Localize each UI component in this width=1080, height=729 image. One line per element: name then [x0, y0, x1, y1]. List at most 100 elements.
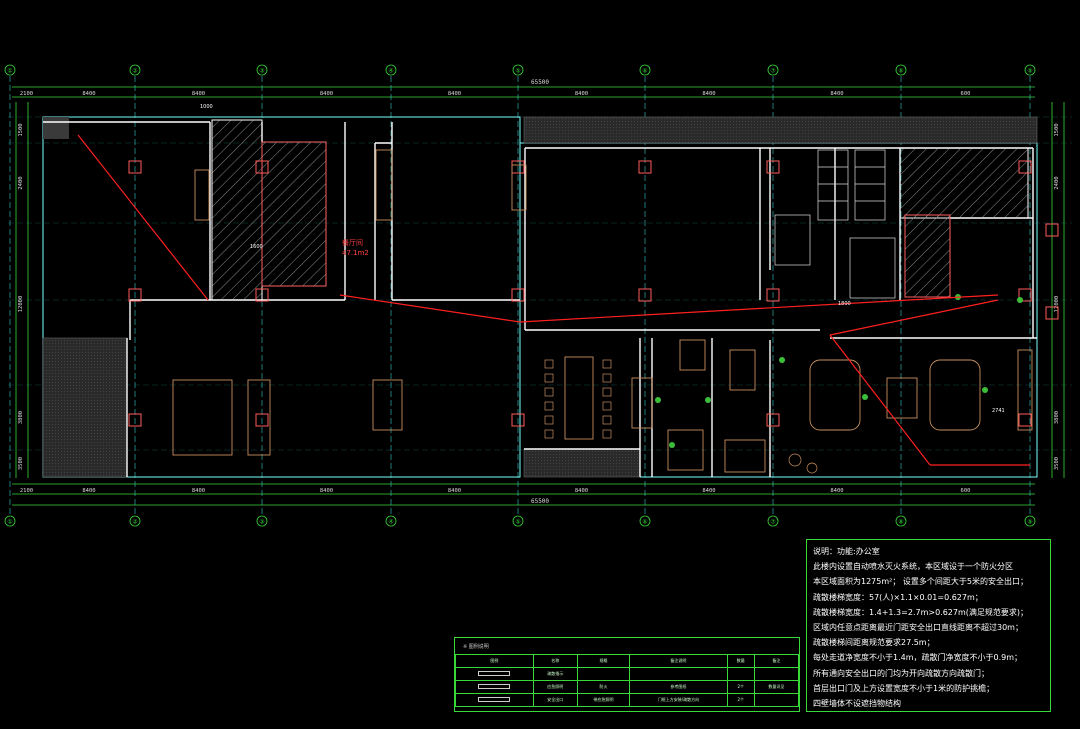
legend-header: 备注说明	[629, 654, 728, 668]
legend-header: 规格	[576, 654, 631, 668]
legend-cell	[629, 667, 728, 681]
axis-label: ⑨	[1027, 519, 1032, 526]
axis-label: ⑨	[1027, 68, 1032, 75]
legend-table: ※ 图例说明 图例 名称 规格 备注说明 数量 备注 疏散指示 应急照明 防火 …	[454, 637, 800, 712]
dimension-text: 8400	[448, 488, 461, 494]
notes-line: 此楼内设置自动喷水灭火系统，本区域设于一个防火分区	[813, 562, 1013, 572]
dimension-text: 8400	[830, 91, 843, 97]
legend-row: 安全出口 带应急照明 门框上方安装/疏散方向 2个	[455, 693, 800, 707]
axis-label: ⑧	[898, 519, 903, 526]
legend-header: 数量	[726, 654, 755, 668]
dimension-text: 1500	[1054, 123, 1060, 136]
dimension-text: 8400	[702, 488, 715, 494]
design-notes-box: 说明：功能:办公室 此楼内设置自动喷水灭火系统，本区域设于一个防火分区 本区域面…	[806, 539, 1051, 712]
legend-grid: 图例 名称 规格 备注说明 数量 备注 疏散指示 应急照明 防火 参考图纸 2个…	[455, 654, 800, 707]
notes-line: 所有通向安全出口的门均为开向疏散方向疏散门；	[813, 668, 989, 678]
legend-caption: ※ 图例说明	[463, 644, 489, 650]
notes-line: 疏散楼梯宽度：1.4+1.3=2.7m>0.627m(满足规范要求)；	[813, 607, 1029, 617]
stair-core-west	[211, 119, 263, 301]
dimension-text: 12000	[1054, 296, 1060, 313]
notes-title: 说明：功能:办公室	[813, 547, 880, 556]
roof-band	[523, 116, 1038, 144]
axis-label: ②	[132, 519, 138, 526]
legend-header: 备注	[753, 654, 800, 668]
legend-header-row: 图例 名称 规格 备注说明 数量 备注	[455, 654, 800, 668]
dimension-text: 2100	[20, 91, 33, 97]
notes-line: 每处走道净宽度不小于1.4m，疏散门净宽度不小于0.9m；	[813, 653, 1023, 663]
stair-core-east	[899, 147, 1029, 219]
elevator-block	[261, 141, 327, 287]
dimension-total: 65500	[531, 79, 549, 86]
dimension-total: 65500	[531, 498, 549, 505]
dimension-text: 3800	[1054, 411, 1060, 424]
dimension-text: 2400	[18, 176, 24, 189]
dimension-text: 3500	[1054, 457, 1060, 470]
legend-cell: 2个	[726, 693, 755, 707]
dimension-text: 8400	[82, 488, 95, 494]
notes-line: 疏散楼梯间距离规范要求27.5m；	[813, 638, 935, 648]
legend-cell: 门框上方安装/疏散方向	[629, 693, 728, 707]
dimension-text: 600	[961, 488, 971, 494]
dimension-text: 3800	[18, 411, 24, 424]
legend-cell: 应急照明	[532, 680, 578, 694]
dimension-text: 8400	[320, 488, 333, 494]
dimension-text: 8400	[575, 91, 588, 97]
dimension-text: 2100	[20, 488, 33, 494]
plants	[655, 294, 1023, 448]
dimension-text: 8400	[702, 91, 715, 97]
dimension-text: 12000	[18, 296, 24, 313]
axis-label: ⑤	[515, 519, 520, 526]
dimension-text: 8400	[192, 488, 205, 494]
legend-header: 名称	[532, 654, 578, 668]
notes-line: 疏散楼梯宽度：57(人)×1.1×0.01=0.627m；	[813, 592, 983, 602]
axis-label: ⑦	[770, 519, 776, 526]
dimension-text: 8400	[320, 91, 333, 97]
legend-cell: 数量详见	[753, 680, 800, 694]
elevator-block-east	[904, 214, 951, 298]
top-small-dim: 1000	[200, 104, 213, 110]
notes-line: 四壁墙体不设遮挡物结构	[813, 699, 901, 709]
legend-cell	[753, 667, 800, 681]
dimension-text: 8400	[575, 488, 588, 494]
legend-cell: 带应急照明	[576, 693, 631, 707]
legend-cell	[753, 693, 800, 707]
legend-cell: 2个	[726, 680, 755, 694]
axis-label: ⑥	[642, 519, 647, 526]
nw-corner	[43, 117, 69, 139]
legend-cell: 疏散指示	[532, 667, 578, 681]
interior-walls	[43, 121, 1037, 477]
axis-label: ③	[259, 68, 264, 75]
legend-symbol	[455, 667, 534, 681]
notes-line: 本区域面积为1275m²； 设置多个间距大于5米的安全出口；	[813, 577, 1028, 587]
axis-label: ⑦	[770, 68, 776, 75]
dimension-text: 1500	[18, 123, 24, 136]
door-label-1: 1800	[838, 301, 851, 307]
axis-label: ⑧	[898, 68, 903, 75]
dimension-text: 8400	[192, 91, 205, 97]
room-area-label: 餐厅间	[342, 238, 363, 247]
structural-column	[1018, 413, 1032, 427]
sw-block	[42, 337, 128, 478]
legend-cell: 参考图纸	[629, 680, 728, 694]
legend-symbol	[455, 693, 534, 707]
dimension-text: 8400	[830, 488, 843, 494]
legend-header: 图例	[455, 654, 534, 668]
axis-label: ④	[388, 68, 393, 75]
door-label-3: 2741	[992, 408, 1005, 414]
notes-line: 区域内任意点距离最近门距安全出口直线距离不超过30m；	[813, 623, 1023, 633]
axis-label: ④	[388, 519, 393, 526]
axis-label: ⑥	[642, 68, 647, 75]
axis-label: ②	[132, 68, 138, 75]
dimension-text: 3500	[18, 457, 24, 470]
bottom-band	[523, 448, 641, 478]
dimension-text: 8400	[82, 91, 95, 97]
dimension-text: 600	[961, 91, 971, 97]
legend-row: 疏散指示	[455, 667, 800, 681]
legend-cell: 防火	[576, 680, 631, 694]
door-label-2: 1600	[250, 244, 263, 250]
legend-cell: 安全出口	[532, 693, 578, 707]
legend-symbol	[455, 680, 534, 694]
room-area-value: 47.1m2	[342, 249, 369, 257]
axis-label: ⑤	[515, 68, 520, 75]
notes-line: 首层出口门及上方设置宽度不小于1米的防护挑檐；	[813, 683, 995, 693]
